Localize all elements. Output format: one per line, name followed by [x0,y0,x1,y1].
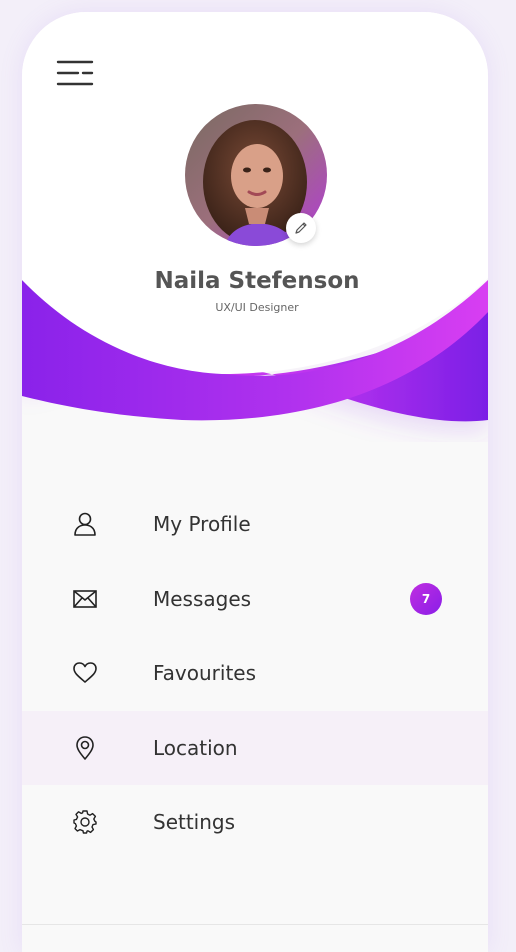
hamburger-menu-icon[interactable] [56,56,96,92]
menu-item-label: Messages [153,586,252,611]
menu-item-label: Settings [153,810,236,835]
gear-icon [72,809,98,835]
bottom-divider [22,924,488,925]
menu-item-favourites[interactable]: Favourites [22,636,488,711]
menu-item-label: My Profile [153,512,251,537]
messages-count-badge: 7 [410,582,442,615]
user-role: UX/UI Designer [215,301,299,314]
menu-item-label: Favourites [153,661,257,686]
menu-item-location[interactable]: Location [22,710,488,785]
menu-item-messages[interactable]: Messages 7 [22,562,488,637]
menu-item-my-profile[interactable]: My Profile [22,487,488,562]
drawer-card: Naila Stefenson UX/UI Designer My Profil… [22,12,488,952]
avatar-container [185,104,327,246]
pencil-icon [295,222,307,234]
edit-avatar-button[interactable] [286,213,316,243]
user-icon [72,511,98,537]
heart-icon [72,660,98,686]
menu-item-label: Location [153,735,238,760]
user-name: Naila Stefenson [154,268,360,294]
drawer-menu: My Profile Messages 7 Favourites Locatio… [22,487,488,860]
envelope-icon [72,586,98,612]
location-pin-icon [72,735,98,761]
menu-item-settings[interactable]: Settings [22,785,488,860]
